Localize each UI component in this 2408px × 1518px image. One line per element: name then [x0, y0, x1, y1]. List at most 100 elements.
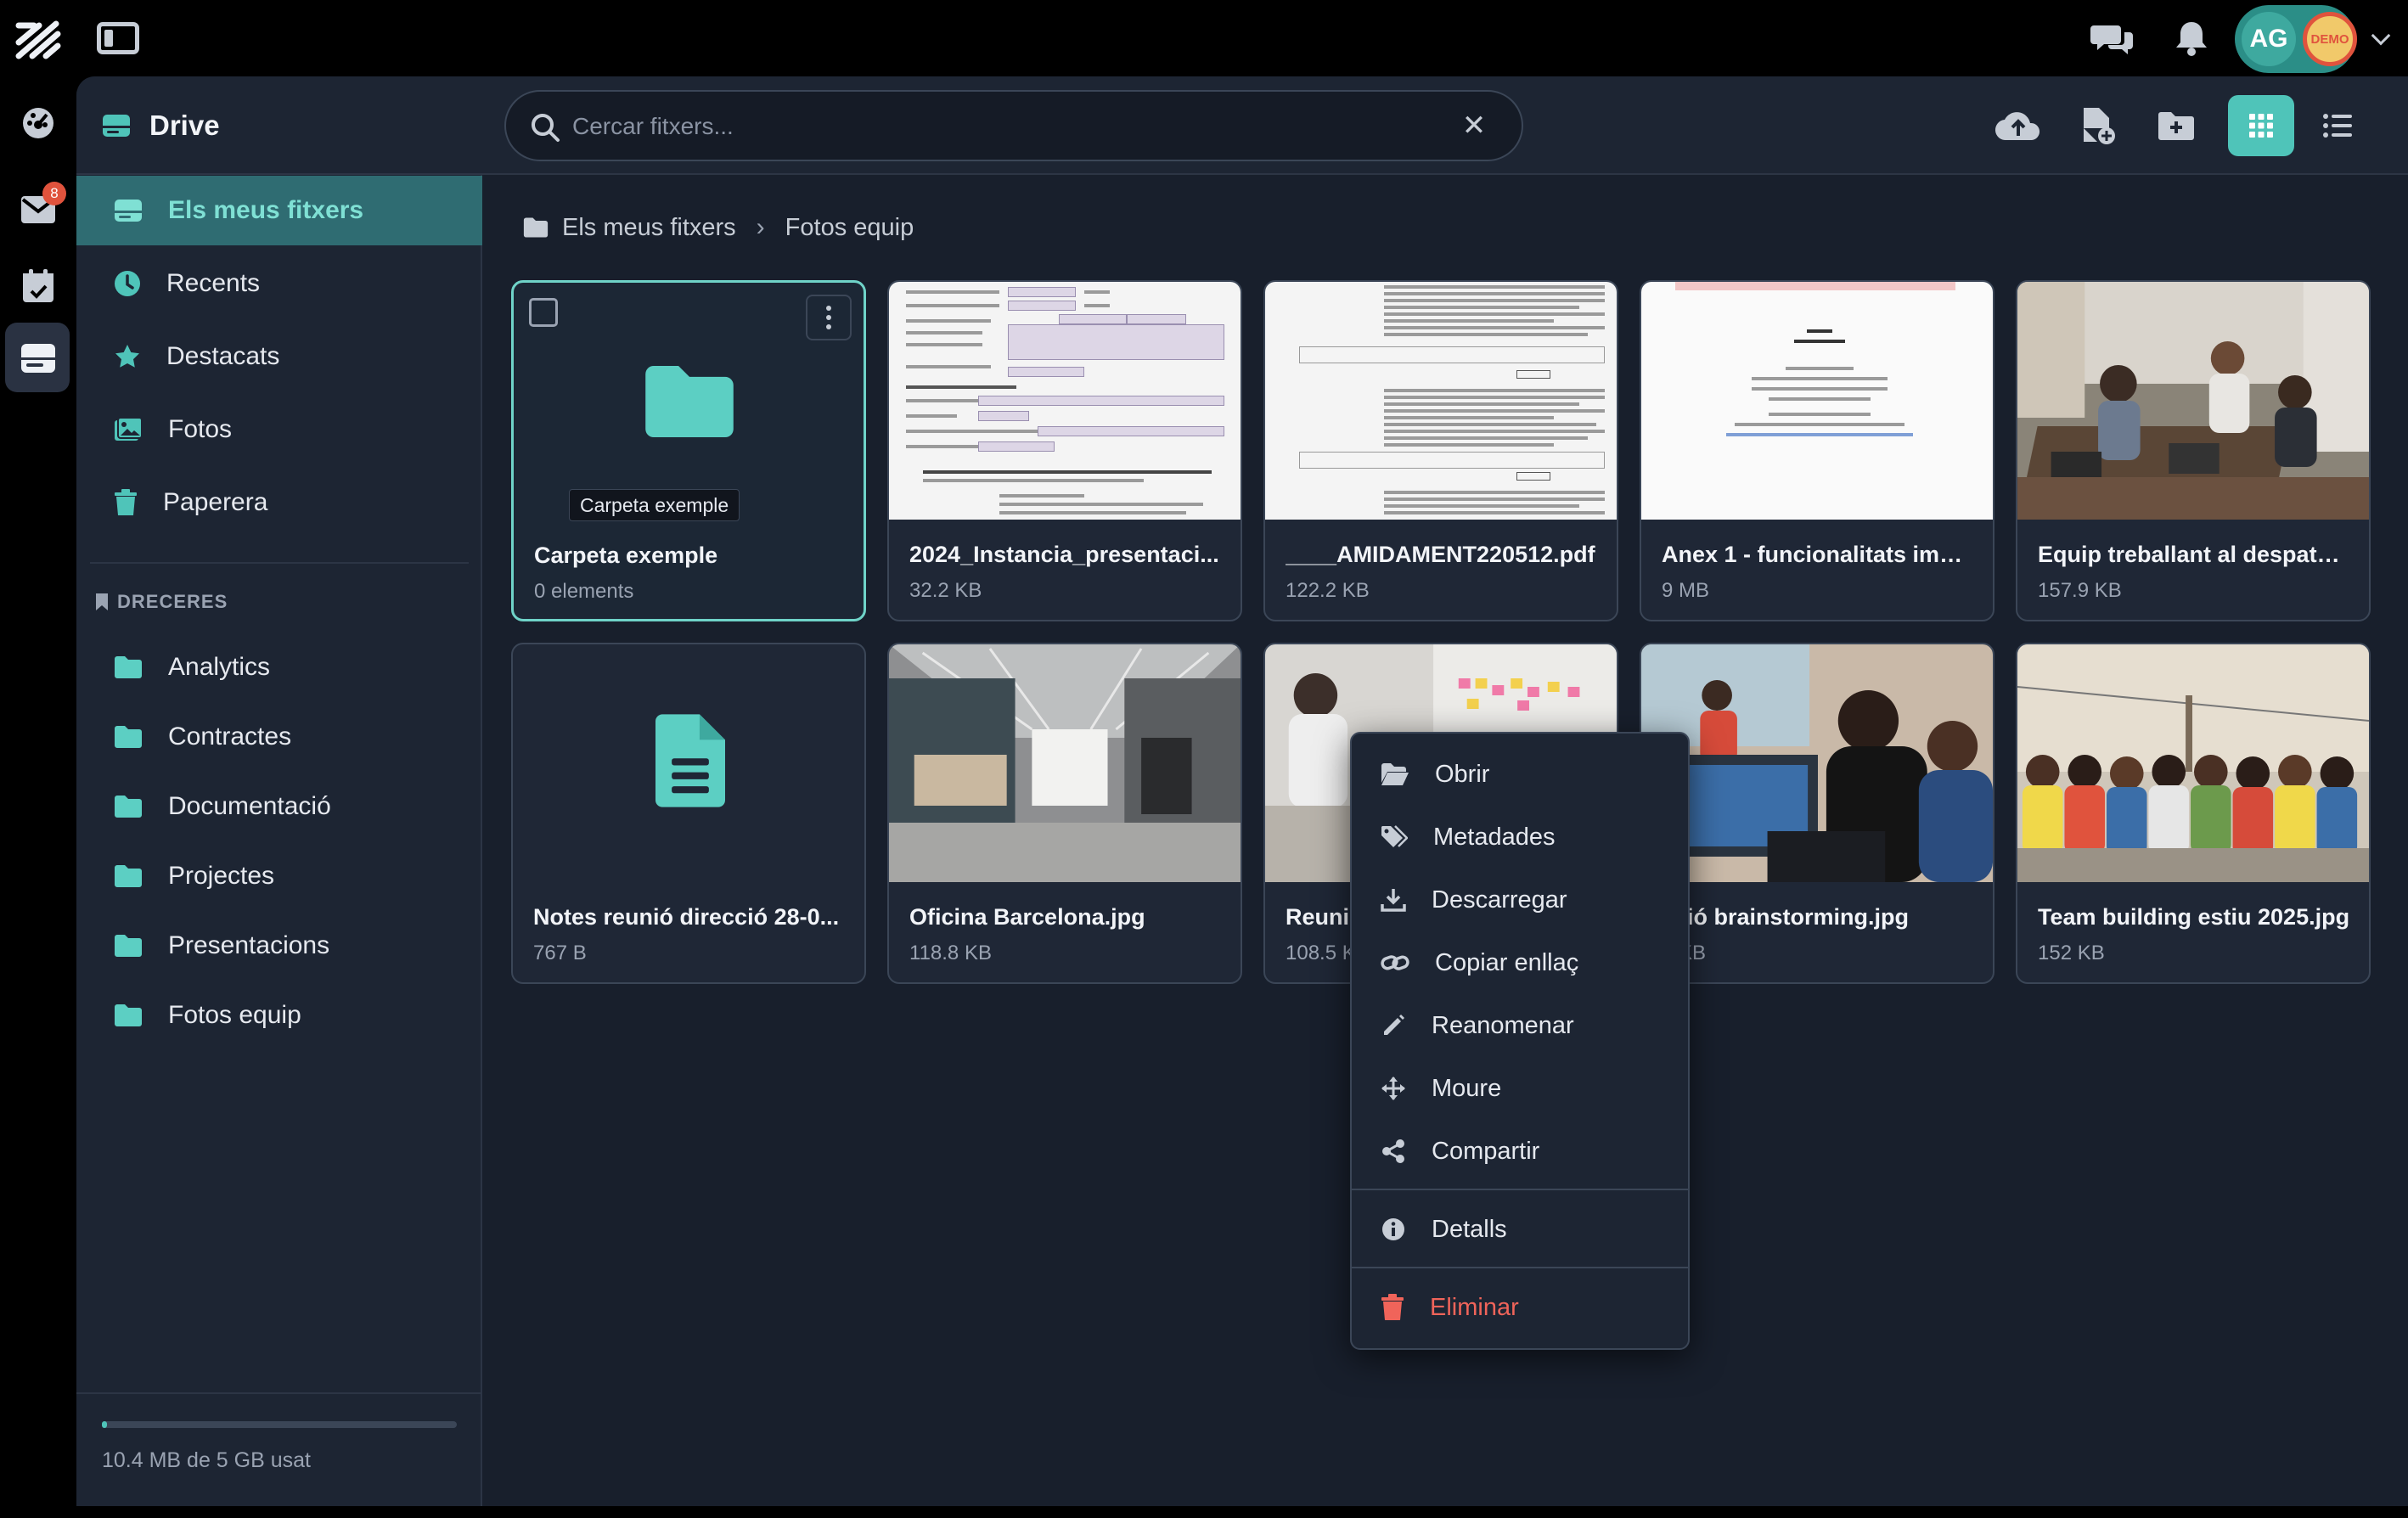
app-logo-icon[interactable]: [14, 17, 63, 63]
image-thumbnail: [1641, 644, 1993, 882]
tags-icon: [1381, 825, 1408, 847]
new-folder-button[interactable]: [2143, 95, 2209, 156]
folder-icon: [115, 1004, 142, 1026]
file-card-pdf[interactable]: Anex 1 - funcionalitats impl... 9 MB: [1640, 280, 1994, 621]
list-view-button[interactable]: [2304, 95, 2371, 156]
search-box[interactable]: ✕: [504, 90, 1523, 161]
file-name: Oficina Barcelona.jpg: [909, 904, 1145, 930]
sidebar-item-my-files[interactable]: Els meus fitxers: [76, 176, 482, 245]
file-card-note[interactable]: Notes reunió direcció 28-0... 767 B: [511, 643, 866, 984]
toggle-sidebar-icon[interactable]: [97, 22, 139, 54]
file-name: ssió brainstorming.jpg: [1662, 904, 1910, 930]
file-size: 9 MB: [1662, 579, 1710, 602]
sidebar-item-label: Fotos: [168, 415, 233, 443]
sidebar-item-starred[interactable]: Destacats: [76, 322, 482, 391]
menu-item-copy-link[interactable]: Copiar enllaç: [1352, 932, 1688, 993]
shortcut-presentacions[interactable]: Presentacions: [76, 911, 482, 981]
drive-rail-icon[interactable]: [15, 335, 61, 380]
menu-item-delete[interactable]: Eliminar: [1352, 1277, 1688, 1338]
sidebar-item-recents[interactable]: Recents: [76, 249, 482, 318]
image-thumbnail: [2017, 644, 2369, 882]
bookmark-icon: [96, 593, 108, 610]
file-card-folder[interactable]: Carpeta exemple 0 elements: [511, 280, 866, 621]
storage-quota-fill: [102, 1421, 107, 1428]
user-avatar[interactable]: AG: [2242, 12, 2296, 66]
file-name: ____AMIDAMENT220512.pdf: [1286, 542, 1595, 567]
shortcut-projectes[interactable]: Projectes: [76, 841, 482, 911]
workspace-avatar[interactable]: DEMO: [2303, 12, 2357, 66]
menu-item-metadata[interactable]: Metadades: [1352, 807, 1688, 868]
storage-quota-bar: [102, 1421, 457, 1428]
file-name: 2024_Instancia_presentaci...: [909, 542, 1219, 567]
sidebar-item-label: Paperera: [163, 488, 268, 516]
context-menu: Obrir Metadades Descarregar Copiar enlla…: [1350, 732, 1690, 1350]
sidebar-item-trash[interactable]: Paperera: [76, 468, 482, 537]
sidebar-item-photos[interactable]: Fotos: [76, 395, 482, 464]
link-icon: [1381, 955, 1409, 970]
clear-search-icon[interactable]: ✕: [1457, 109, 1491, 143]
menu-item-download[interactable]: Descarregar: [1352, 869, 1688, 930]
drive-title: Drive: [102, 107, 220, 144]
chevron-down-icon[interactable]: [2371, 25, 2391, 46]
file-size: 152 KB: [2038, 942, 2105, 964]
quota-divider: [76, 1392, 482, 1394]
document-thumbnail: [1641, 282, 1993, 520]
file-name: Equip treballant al despatx.j...: [2038, 542, 2352, 567]
drive-icon: [115, 200, 142, 222]
more-options-icon[interactable]: [806, 295, 852, 340]
search-input[interactable]: [572, 105, 1438, 148]
cloud-upload-icon: [1994, 112, 2040, 141]
file-card-image[interactable]: Oficina Barcelona.jpg 118.8 KB: [887, 643, 1242, 984]
file-card-image[interactable]: Equip treballant al despatx.j... 157.9 K…: [2016, 280, 2371, 621]
file-size: 108.5 K: [1286, 942, 1356, 964]
shortcut-contractes[interactable]: Contractes: [76, 702, 482, 772]
folder-open-icon: [1381, 763, 1409, 785]
chat-icon[interactable]: [2090, 20, 2135, 58]
breadcrumb-current: Fotos equip: [785, 213, 914, 241]
clock-icon: [115, 271, 140, 296]
sidebar-item-label: Recents: [166, 269, 261, 297]
pencil-icon: [1384, 1015, 1404, 1035]
folder-icon: [115, 935, 142, 957]
grid-icon: [2249, 114, 2273, 138]
file-card-image[interactable]: Team building estiu 2025.jpg 152 KB: [2016, 643, 2371, 984]
file-plus-icon: [2084, 108, 2115, 144]
folder-icon: [115, 656, 142, 678]
trash-icon: [1381, 1294, 1404, 1320]
upload-button[interactable]: [1985, 95, 2051, 156]
search-icon: [532, 114, 560, 142]
menu-item-open[interactable]: Obrir: [1352, 744, 1688, 805]
folder-icon: [115, 726, 142, 748]
breadcrumb-item[interactable]: Els meus fitxers: [562, 214, 736, 242]
file-card-image[interactable]: ssió brainstorming.jpg 3 KB: [1640, 643, 1994, 984]
file-card-pdf[interactable]: ____AMIDAMENT220512.pdf 122.2 KB: [1263, 280, 1618, 621]
notifications-bell-icon[interactable]: [2172, 19, 2211, 58]
menu-item-details[interactable]: Detalls: [1352, 1199, 1688, 1260]
shortcut-fotos-equip[interactable]: Fotos equip: [76, 981, 482, 1050]
file-size: 0 elements: [534, 580, 634, 603]
file-name: Carpeta exemple: [534, 543, 718, 568]
file-name: Anex 1 - funcionalitats impl...: [1662, 542, 1976, 567]
download-icon: [1381, 889, 1406, 912]
file-card-pdf[interactable]: 2024_Instancia_presentaci... 32.2 KB: [887, 280, 1242, 621]
menu-item-move[interactable]: Moure: [1352, 1058, 1688, 1119]
storage-quota-text: 10.4 MB de 5 GB usat: [102, 1448, 311, 1472]
shortcut-analytics[interactable]: Analytics: [76, 632, 482, 702]
dashboard-icon[interactable]: [15, 100, 61, 146]
tooltip: Carpeta exemple: [569, 489, 740, 521]
list-icon: [2323, 114, 2352, 138]
folder-icon: [523, 217, 549, 238]
grid-view-button[interactable]: [2228, 95, 2294, 156]
document-thumbnail: [889, 282, 1241, 520]
new-file-button[interactable]: [2065, 95, 2131, 156]
drive-title-label: Drive: [149, 110, 220, 141]
file-name: Notes reunió direcció 28-0...: [533, 904, 840, 930]
shortcut-documentacio[interactable]: Documentació: [76, 772, 482, 841]
drive-logo-icon: [103, 115, 130, 137]
select-checkbox[interactable]: [529, 298, 558, 327]
menu-item-rename[interactable]: Reanomenar: [1352, 995, 1688, 1056]
menu-divider: [1352, 1267, 1688, 1268]
calendar-icon[interactable]: [15, 263, 61, 309]
menu-item-share[interactable]: Compartir: [1352, 1121, 1688, 1182]
info-icon: [1382, 1218, 1404, 1240]
